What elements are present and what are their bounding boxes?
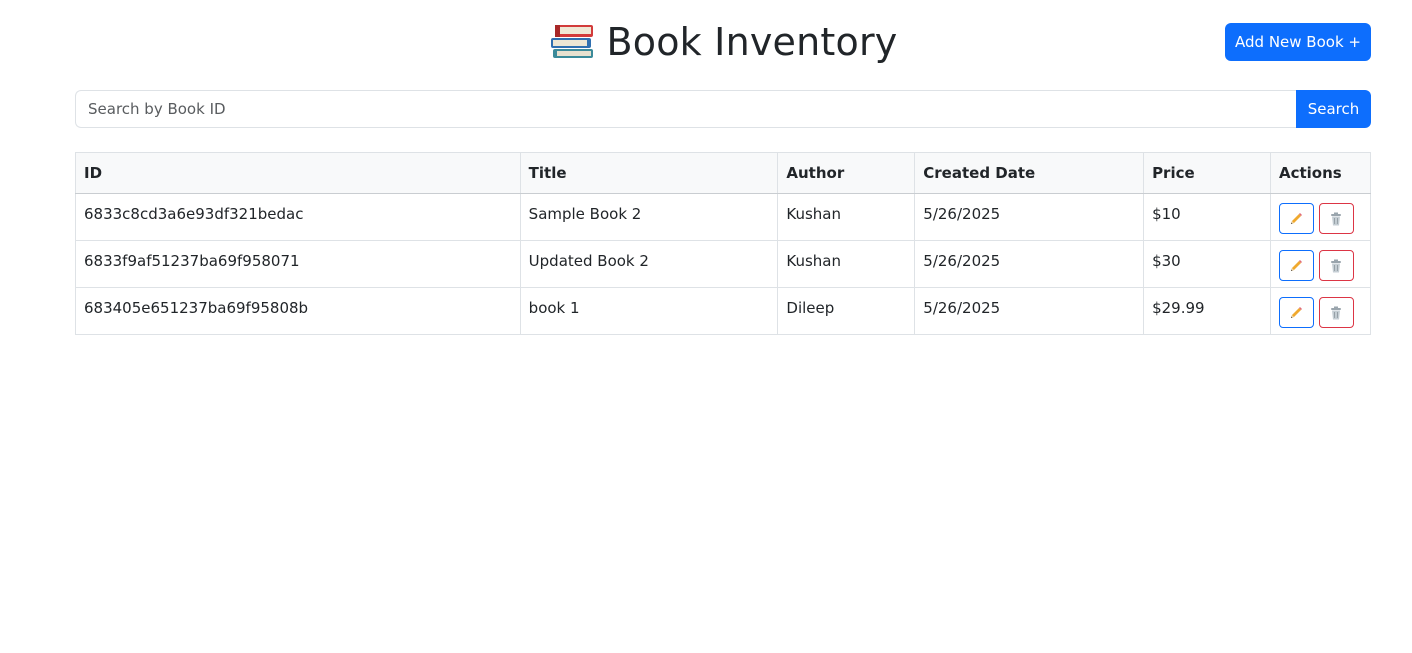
search-input[interactable] [75, 90, 1296, 128]
table-row: 6833f9af51237ba69f958071 Updated Book 2 … [75, 240, 1372, 288]
delete-button[interactable] [1318, 297, 1354, 328]
table-header-row: ID Title Author Created Date Price Actio… [75, 152, 1372, 194]
cell-created-date: 5/26/2025 [914, 193, 1145, 241]
cell-created-date: 5/26/2025 [914, 287, 1145, 335]
pencil-icon [1288, 257, 1304, 273]
cell-title: Sample Book 2 [519, 193, 779, 241]
cell-id: 6833f9af51237ba69f958071 [75, 240, 521, 288]
cell-id: 6833c8cd3a6e93df321bedac [75, 193, 521, 241]
cell-title: Updated Book 2 [519, 240, 779, 288]
cell-author: Kushan [777, 193, 916, 241]
trash-icon [1328, 304, 1344, 320]
books-table: ID Title Author Created Date Price Actio… [75, 152, 1372, 335]
edit-button[interactable] [1278, 297, 1314, 328]
add-new-book-button[interactable]: Add New Book + [1225, 23, 1371, 61]
search-bar: Search [75, 90, 1371, 128]
cell-price: $29.99 [1143, 287, 1271, 335]
delete-button[interactable] [1318, 203, 1354, 234]
column-header-id: ID [75, 152, 521, 194]
search-button[interactable]: Search [1296, 90, 1371, 128]
cell-actions [1269, 240, 1372, 288]
cell-price: $10 [1143, 193, 1271, 241]
column-header-price: Price [1143, 152, 1271, 194]
header: Book Inventory Add New Book + [75, 16, 1371, 70]
books-icon [549, 19, 597, 61]
cell-title: book 1 [519, 287, 779, 335]
edit-button[interactable] [1278, 250, 1314, 281]
column-header-created-date: Created Date [914, 152, 1145, 194]
cell-price: $30 [1143, 240, 1271, 288]
delete-button[interactable] [1318, 250, 1354, 281]
column-header-title: Title [519, 152, 779, 194]
cell-created-date: 5/26/2025 [914, 240, 1145, 288]
cell-actions [1269, 193, 1372, 241]
trash-icon [1328, 210, 1344, 226]
table-row: 6833c8cd3a6e93df321bedac Sample Book 2 K… [75, 193, 1372, 241]
cell-author: Dileep [777, 287, 916, 335]
column-header-actions: Actions [1269, 152, 1372, 194]
edit-button[interactable] [1278, 203, 1314, 234]
pencil-icon [1288, 304, 1304, 320]
column-header-author: Author [777, 152, 916, 194]
page-title-text: Book Inventory [606, 20, 898, 64]
pencil-icon [1288, 210, 1304, 226]
page-title: Book Inventory [75, 16, 1371, 70]
cell-author: Kushan [777, 240, 916, 288]
cell-actions [1269, 287, 1372, 335]
cell-id: 683405e651237ba69f95808b [75, 287, 521, 335]
trash-icon [1328, 257, 1344, 273]
table-row: 683405e651237ba69f95808b book 1 Dileep 5… [75, 287, 1372, 335]
page: Book Inventory Add New Book + Search ID … [0, 0, 1412, 653]
